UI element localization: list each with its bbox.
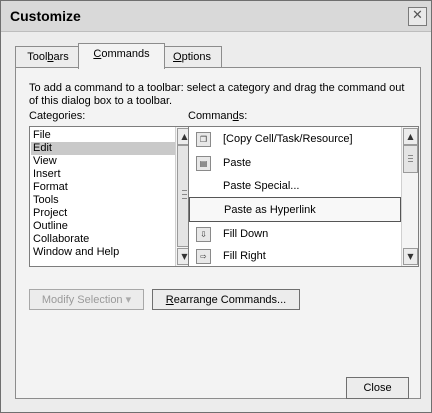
paste-icon: ▤ (196, 156, 211, 171)
category-item-outline[interactable]: Outline (33, 220, 68, 233)
category-item-tools[interactable]: Tools (33, 194, 59, 207)
category-item-insert[interactable]: Insert (33, 168, 61, 181)
category-item-format[interactable]: Format (33, 181, 68, 194)
fill-down-icon: ⇩ (196, 227, 211, 242)
category-item-collaborate[interactable]: Collaborate (33, 233, 89, 246)
category-item-window-help[interactable]: Window and Help (33, 246, 119, 259)
commands-label: Commands: (188, 110, 248, 122)
instruction-text: To add a command to a toolbar: select a … (29, 82, 405, 107)
tab-options[interactable]: Options (162, 46, 222, 68)
commands-list[interactable]: ❐ [Copy Cell/Task/Resource] ▤ Paste Past… (188, 126, 419, 267)
customize-dialog: Customize ✕ Toolbars Commands Options To… (0, 0, 432, 413)
category-item-project[interactable]: Project (33, 207, 67, 220)
command-item-fill-right[interactable]: ⇨ Fill Right (189, 244, 401, 266)
categories-list[interactable]: File Edit View Insert Format Tools Proje… (29, 126, 193, 267)
command-item-fill-down[interactable]: ⇩ Fill Down (189, 222, 401, 246)
command-item-paste-special[interactable]: Paste Special... (189, 174, 401, 198)
commands-scrollbar[interactable]: ▲ ▼ (401, 127, 418, 266)
tab-commands[interactable]: Commands (78, 43, 165, 69)
scroll-down-icon[interactable]: ▼ (403, 248, 418, 265)
category-item-edit[interactable]: Edit (31, 142, 176, 155)
category-item-view[interactable]: View (33, 155, 57, 168)
close-icon[interactable]: ✕ (408, 7, 427, 26)
command-item-paste-as-hyperlink[interactable]: Paste as Hyperlink (189, 197, 401, 222)
command-item-paste[interactable]: ▤ Paste (189, 151, 401, 175)
title-bar: Customize ✕ (1, 1, 431, 32)
modify-selection-button[interactable]: Modify Selection ▾ (29, 289, 144, 310)
scroll-thumb[interactable] (403, 145, 418, 173)
command-item-copy-cell[interactable]: ❐ [Copy Cell/Task/Resource] (189, 127, 401, 151)
copy-icon: ❐ (196, 132, 211, 147)
commands-panel: To add a command to a toolbar: select a … (15, 67, 421, 399)
window-title: Customize (10, 8, 81, 24)
scroll-up-icon[interactable]: ▲ (403, 128, 418, 145)
category-item-file[interactable]: File (33, 129, 51, 142)
categories-label: Categories: (29, 110, 86, 122)
rearrange-commands-button[interactable]: Rearrange Commands... (152, 289, 300, 310)
fill-right-icon: ⇨ (196, 249, 211, 264)
close-button[interactable]: Close (346, 377, 409, 399)
tab-toolbars[interactable]: Toolbars (15, 46, 81, 68)
chevron-down-icon: ▾ (125, 294, 132, 306)
